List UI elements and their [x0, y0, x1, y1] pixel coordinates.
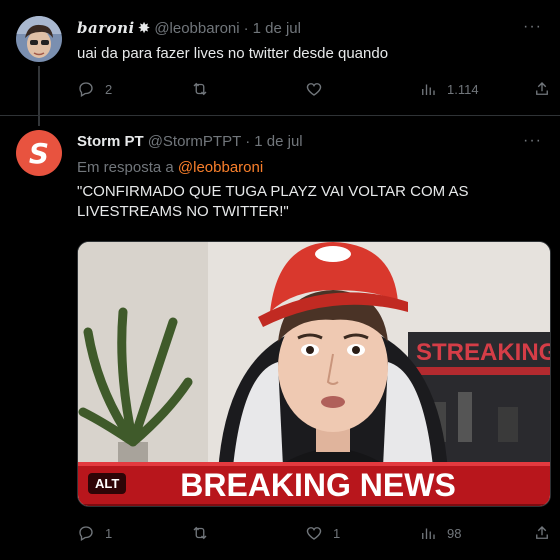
share-icon	[536, 526, 548, 539]
tweet-image[interactable]: STREAKING BREAKING NEWS	[77, 241, 551, 507]
more-options-icon[interactable]: ···	[523, 18, 542, 36]
display-name[interactable]: baroni	[77, 19, 135, 37]
views-button[interactable]: 1.114	[419, 80, 479, 98]
reply-button[interactable]: 1	[77, 524, 137, 542]
handle[interactable]: @StormPTPT	[148, 133, 242, 150]
reply-context: Em resposta a @leobbaroni	[77, 158, 263, 178]
reply-prefix: Em resposta a	[77, 159, 174, 176]
reply-icon	[79, 82, 93, 97]
retweet-button[interactable]	[191, 80, 251, 98]
avatar[interactable]: S	[16, 130, 62, 176]
reply-button[interactable]: 2	[77, 80, 137, 98]
tweet-header: baroni ✸ @leobbaroni · 1 de jul	[77, 19, 301, 37]
alt-badge[interactable]: ALT	[88, 473, 127, 494]
share-icon	[536, 82, 548, 95]
separator: ·	[245, 133, 251, 150]
view-count: 1.114	[447, 81, 479, 97]
neon-sign: STREAKING	[416, 339, 551, 366]
news-image: STREAKING BREAKING NEWS	[78, 242, 551, 506]
retweet-button[interactable]	[191, 524, 251, 542]
reply-count: 2	[105, 81, 113, 97]
like-button[interactable]: 1	[305, 524, 365, 542]
verified-icon: ✸	[137, 20, 151, 37]
heart-icon	[306, 83, 322, 96]
avatar[interactable]	[16, 16, 62, 62]
tweet-text: uai da para fazer lives no twitter desde…	[77, 45, 389, 62]
more-options-icon[interactable]: ···	[523, 132, 542, 150]
views-button[interactable]: 98	[419, 524, 479, 542]
tweet-header: Storm PT @StormPTPT · 1 de jul	[77, 133, 303, 150]
tweet-text: "CONFIRMADO QUE TUGA PLAYZ VAI VOLTAR CO…	[77, 183, 469, 220]
tweet-parent[interactable]: baroni ✸ @leobbaroni · 1 de jul ··· uai …	[0, 0, 560, 126]
display-name[interactable]: Storm PT	[77, 133, 144, 150]
share-button[interactable]	[533, 80, 551, 98]
action-bar: 2 1.114	[77, 80, 551, 98]
retweet-icon	[193, 526, 207, 540]
action-bar: 1 1 98	[77, 524, 551, 542]
reply-icon	[79, 526, 93, 541]
views-icon	[422, 528, 435, 539]
handle[interactable]: @leobbaroni	[154, 20, 239, 37]
share-button[interactable]	[533, 524, 551, 542]
breaking-news-banner: BREAKING NEWS	[180, 467, 456, 503]
mention-link[interactable]: @leobbaroni	[178, 159, 263, 176]
separator: ·	[243, 20, 249, 37]
view-count: 98	[447, 525, 462, 541]
avatar-photo	[16, 16, 62, 62]
heart-icon	[306, 527, 322, 540]
timestamp[interactable]: 1 de jul	[253, 20, 301, 37]
reply-count: 1	[105, 525, 113, 541]
like-button[interactable]	[305, 80, 365, 98]
views-icon	[422, 84, 435, 95]
like-count: 1	[333, 525, 341, 541]
avatar-letter: S	[28, 136, 50, 170]
timestamp[interactable]: 1 de jul	[254, 133, 302, 150]
retweet-icon	[193, 82, 207, 96]
